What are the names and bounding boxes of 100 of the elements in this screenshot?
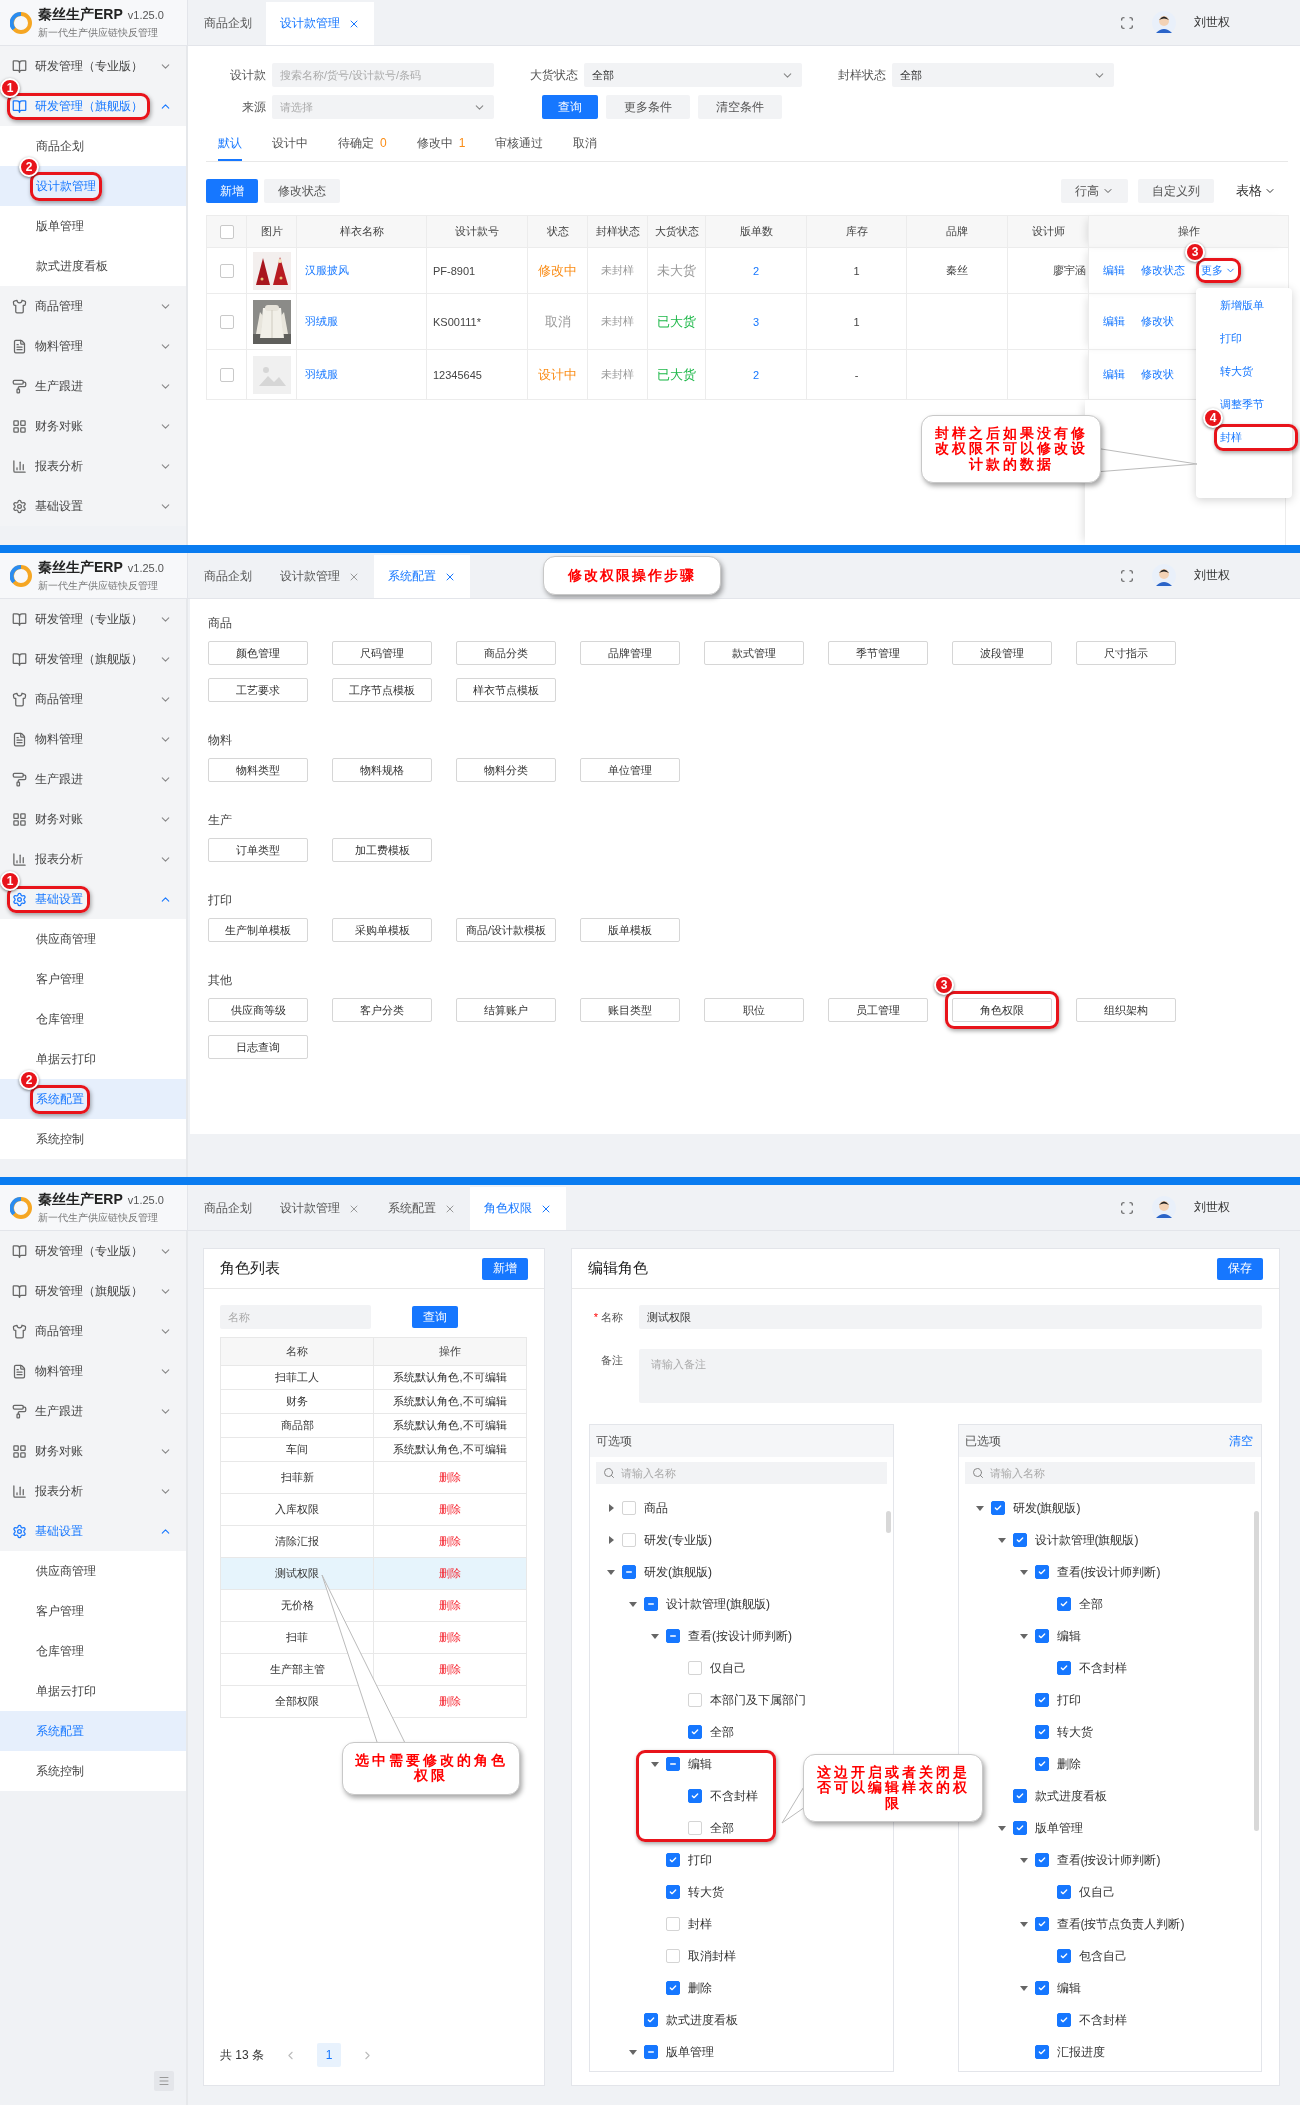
config-button[interactable]: 物料类型	[208, 758, 308, 782]
checkbox[interactable]	[219, 314, 234, 329]
menu-item[interactable]: 新增版单	[1220, 298, 1264, 313]
query-button[interactable]: 查询	[542, 95, 598, 119]
caret-right-icon[interactable]	[607, 1504, 615, 1512]
status-tab[interactable]: 取消	[573, 135, 598, 161]
page-tab[interactable]: 设计款管理	[266, 2, 374, 45]
caret-right-icon[interactable]	[607, 1536, 615, 1544]
sidebar-subitem[interactable]: 系统配置	[0, 1711, 186, 1751]
caret-down-icon[interactable]	[607, 1568, 615, 1576]
sidebar-subitem[interactable]: 版单管理	[0, 206, 186, 246]
count-link[interactable]: 3	[752, 315, 760, 328]
config-button[interactable]: 尺寸指示	[1076, 641, 1176, 665]
tree-item[interactable]: 汇报进度	[1016, 2036, 1105, 2068]
config-button[interactable]: 尺码管理	[332, 641, 432, 665]
tree-item[interactable]: 包含自己	[1038, 1940, 1127, 1972]
tree-item[interactable]: 打印	[1016, 1684, 1081, 1716]
action-link[interactable]: 编辑	[1103, 314, 1125, 329]
delete-link[interactable]: 删除	[373, 1461, 527, 1494]
caret-down-icon[interactable]	[975, 1504, 984, 1512]
tree-item[interactable]: 转大货	[648, 1876, 724, 1908]
select-field[interactable]: 全部	[584, 63, 802, 87]
checkbox[interactable]	[219, 367, 234, 382]
table-cell[interactable]: 测试权限	[220, 1557, 374, 1590]
config-button[interactable]: 角色权限	[952, 998, 1052, 1022]
tree-item[interactable]: 编辑	[1016, 1972, 1081, 2004]
config-button[interactable]: 波段管理	[952, 641, 1052, 665]
tree-item[interactable]: 商品	[604, 1492, 668, 1524]
tree-item[interactable]: 不含封样	[670, 1780, 758, 1812]
caret-down-icon[interactable]	[651, 1760, 659, 1768]
sidebar-subitem[interactable]: 客户管理	[0, 959, 186, 999]
delete-link[interactable]: 删除	[373, 1589, 527, 1622]
tree-item[interactable]: 研发(旗舰版)	[604, 1556, 712, 1588]
config-button[interactable]: 采购单模板	[332, 918, 432, 942]
filter-button[interactable]: 更多条件	[606, 95, 690, 119]
checkbox[interactable]	[219, 224, 234, 239]
tree-item[interactable]: 全部	[670, 1812, 734, 1844]
tree-item[interactable]: 仅自己	[1038, 1876, 1115, 1908]
sidebar-subitem[interactable]: 客户管理	[0, 1591, 186, 1631]
action-link[interactable]: 编辑	[1103, 367, 1125, 382]
config-button[interactable]: 加工费模板	[332, 838, 432, 862]
tree-item[interactable]: 转大货	[1016, 1716, 1093, 1748]
sidebar-subitem[interactable]: 系统控制	[0, 1119, 186, 1159]
config-button[interactable]: 物料规格	[332, 758, 432, 782]
tree-item[interactable]: 本部门及下属部门	[670, 1684, 806, 1716]
tree-item[interactable]: 封样	[648, 1908, 712, 1940]
config-button[interactable]: 物料分类	[456, 758, 556, 782]
page-tab[interactable]: 商品企划	[190, 2, 266, 45]
delete-link[interactable]: 删除	[373, 1493, 527, 1526]
tree-item[interactable]: 设计款管理(旗舰版)	[994, 1524, 1139, 1556]
config-button[interactable]: 单位管理	[580, 758, 680, 782]
status-tab[interactable]: 修改中 1	[416, 135, 466, 161]
caret-down-icon[interactable]	[1019, 1632, 1028, 1640]
config-button[interactable]: 工艺要求	[208, 678, 308, 702]
tree-item[interactable]: 款式进度看板	[626, 2004, 738, 2036]
sidebar-subitem[interactable]: 单据云打印	[0, 1671, 186, 1711]
tree-item[interactable]: 编辑	[1016, 1620, 1081, 1652]
sidebar-subitem[interactable]: 款式进度看板	[0, 246, 186, 286]
add-button[interactable]: 新增	[206, 179, 258, 203]
add-button[interactable]: 新增	[482, 1257, 528, 1280]
item-link[interactable]: 汉服披风	[305, 264, 349, 276]
action-link[interactable]: 编辑	[1103, 263, 1125, 278]
tree-item[interactable]: 查看(按设计师判断)	[1016, 1556, 1161, 1588]
table-cell[interactable]: 商品部	[220, 1413, 374, 1438]
tree-item[interactable]: 款式进度看板	[994, 1780, 1107, 1812]
item-link[interactable]: 羽绒服	[305, 315, 338, 327]
caret-down-icon[interactable]	[629, 2048, 637, 2056]
delete-link[interactable]: 删除	[373, 1653, 527, 1686]
table-menu-button[interactable]: 表格	[1224, 182, 1286, 200]
page-tab[interactable]: 设计款管理	[266, 1187, 374, 1230]
status-tab[interactable]: 审核通过	[495, 135, 544, 161]
select-field[interactable]: 全部	[892, 63, 1114, 87]
fullscreen-icon[interactable]	[1120, 15, 1134, 30]
tree-item[interactable]: 取消封样	[648, 1940, 736, 1972]
caret-down-icon[interactable]	[1019, 1568, 1028, 1576]
status-tab[interactable]: 待确定 0	[338, 135, 387, 161]
config-button[interactable]: 品牌管理	[580, 641, 680, 665]
config-button[interactable]: 颜色管理	[208, 641, 308, 665]
config-button[interactable]: 款式管理	[704, 641, 804, 665]
caret-down-icon[interactable]	[1019, 1920, 1028, 1928]
scrollbar[interactable]	[1254, 1511, 1259, 1831]
tree-item[interactable]: 设计款管理(旗舰版)	[626, 1588, 770, 1620]
tree-item[interactable]: 查看(按设计师判断)	[1016, 1844, 1161, 1876]
page-tab[interactable]: 商品企划	[190, 1187, 266, 1230]
config-button[interactable]: 商品分类	[456, 641, 556, 665]
status-tab[interactable]: 默认	[218, 135, 242, 161]
query-button[interactable]: 查询	[412, 1306, 458, 1328]
tree-item[interactable]: 打印	[648, 1844, 712, 1876]
sidebar-subitem[interactable]: 供应商管理	[0, 1551, 186, 1591]
tree-item[interactable]: 研发(专业版)	[604, 1524, 712, 1556]
tree-item[interactable]: 研发(旗舰版)	[972, 1492, 1081, 1524]
action-link[interactable]: 修改状	[1141, 314, 1174, 329]
page-tab[interactable]: 设计款管理	[266, 555, 374, 598]
config-button[interactable]: 账目类型	[580, 998, 680, 1022]
clear-link[interactable]: 清空	[1229, 1432, 1253, 1450]
config-button[interactable]: 职位	[704, 998, 804, 1022]
tree-item[interactable]: 仅自己	[670, 1652, 746, 1684]
table-cell[interactable]: 清除汇报	[220, 1525, 374, 1558]
config-button[interactable]: 供应商等级	[208, 998, 308, 1022]
table-cell[interactable]: 车间	[220, 1437, 374, 1462]
